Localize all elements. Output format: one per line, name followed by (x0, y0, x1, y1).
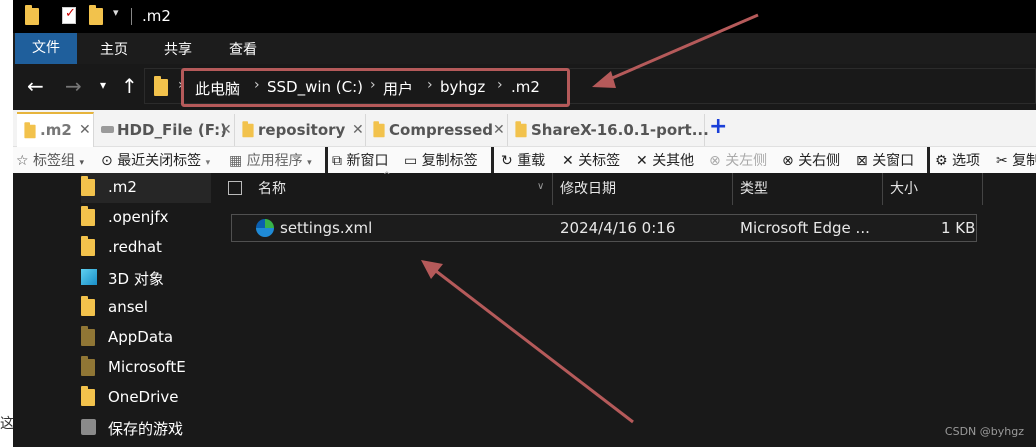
tab-file[interactable]: 文件 (15, 33, 77, 64)
tab-bar: .m2 ✕ HDD_File (F:) ✕ repository ✕ Compr… (13, 110, 1036, 148)
folder-icon (515, 121, 527, 138)
tab-toolbar: ☆ 标签组 ▾ ⊙ 最近关闭标签 ▾ ▦ 应用程序 ▾ ⧉ 新窗口 ▭ 复制标签… (13, 147, 1036, 173)
recently-closed-button[interactable]: ⊙ 最近关闭标签 ▾ (101, 150, 210, 170)
nav-item-3d-objects[interactable]: 3D 对象 (81, 263, 211, 293)
drive-icon (101, 126, 114, 133)
folder-icon (25, 5, 39, 25)
folder-icon (81, 296, 95, 316)
column-dropdown-icon[interactable]: ∨ (537, 181, 544, 192)
new-folder-icon[interactable] (89, 5, 103, 25)
add-tab-icon[interactable]: + (709, 116, 727, 138)
title-bar: ✓ ▾ .m2 (13, 0, 1036, 33)
highlight-box (181, 68, 570, 107)
navigation-pane: .m2 .openjfx .redhat 3D 对象 ansel AppData… (13, 173, 211, 447)
browser-tab-m2[interactable]: .m2 ✕ (17, 112, 94, 148)
column-header-size[interactable]: 大小 (890, 178, 918, 198)
close-others-button[interactable]: ✕ 关其他 (636, 150, 694, 170)
file-date: 2024/4/16 0:16 (560, 219, 676, 237)
nav-item-ansel[interactable]: ansel (81, 293, 211, 323)
nav-item-onedrive[interactable]: OneDrive (81, 383, 211, 413)
folder-icon (81, 236, 95, 256)
options-button[interactable]: ⚙ 选项 (935, 150, 980, 170)
close-window-button[interactable]: ⊠ 关窗口 (856, 150, 914, 170)
folder-icon (81, 356, 95, 376)
tab-view[interactable]: 查看 (229, 39, 257, 59)
close-icon[interactable]: ✕ (493, 122, 505, 138)
duplicate-tab-button[interactable]: ▭ 复制标签 (404, 150, 478, 170)
nav-item-appdata[interactable]: AppData (81, 323, 211, 353)
forward-arrow-icon[interactable]: → (65, 74, 82, 98)
address-folder-icon (154, 76, 168, 96)
file-size: 1 KB (941, 219, 976, 237)
back-arrow-icon[interactable]: ← (27, 74, 44, 98)
browser-tab-sharex[interactable]: ShareX-16.0.1-port... (508, 114, 709, 146)
select-all-checkbox[interactable] (228, 181, 242, 195)
file-list: 名称 ^ ∨ 修改日期 类型 大小 settings.xml 2024/4/16… (211, 171, 1036, 447)
watermark: CSDN @byhgz (944, 425, 1024, 438)
close-left-button[interactable]: ⊗ 关左侧 (709, 150, 767, 170)
new-window-button[interactable]: ⧉ 新窗口 (332, 150, 388, 170)
saved-games-icon (81, 419, 96, 435)
ribbon-tabs: 文件 主页 共享 查看 (13, 33, 1036, 64)
column-header-date[interactable]: 修改日期 (560, 178, 616, 198)
reload-button[interactable]: ↻ 重载 (501, 150, 545, 170)
browser-tab-hdd-file[interactable]: HDD_File (F:) ✕ (94, 114, 235, 146)
edge-icon (256, 219, 274, 237)
nav-item-redhat[interactable]: .redhat (81, 233, 211, 263)
folder-icon (24, 122, 36, 139)
file-row[interactable]: settings.xml 2024/4/16 0:16 Microsoft Ed… (231, 214, 977, 242)
file-type: Microsoft Edge ... (740, 219, 870, 237)
left-edge-text: 这 (0, 416, 14, 432)
column-divider (882, 173, 883, 205)
cube-icon (81, 269, 97, 285)
column-divider (732, 173, 733, 205)
close-icon[interactable]: ✕ (352, 122, 364, 138)
properties-icon[interactable]: ✓ (62, 6, 76, 24)
column-divider (982, 173, 983, 205)
browser-tab-compressed[interactable]: Compressed ✕ (366, 114, 508, 146)
close-tab-button[interactable]: ✕ 关标签 (562, 150, 620, 170)
up-arrow-icon[interactable]: ↑ (121, 74, 138, 98)
close-icon[interactable]: ✕ (79, 122, 91, 138)
nav-item-saved-games[interactable]: 保存的游戏 (81, 413, 211, 443)
folder-icon (373, 121, 385, 138)
applications-button[interactable]: ▦ 应用程序 ▾ (229, 150, 312, 170)
folder-icon (81, 176, 95, 196)
tab-share[interactable]: 共享 (164, 39, 192, 59)
column-divider (552, 173, 553, 205)
folder-icon (81, 206, 95, 226)
tab-home[interactable]: 主页 (100, 39, 128, 59)
quick-access-dropdown-icon[interactable]: ▾ (113, 6, 119, 19)
close-right-button[interactable]: ⊗ 关右侧 (782, 150, 840, 170)
window-title: .m2 (142, 7, 171, 25)
folder-icon (81, 386, 95, 406)
nav-item-m2[interactable]: .m2 (81, 173, 211, 203)
file-name: settings.xml (280, 219, 373, 237)
folder-icon (242, 121, 254, 138)
nav-item-openjfx[interactable]: .openjfx (81, 203, 211, 233)
column-header-name[interactable]: 名称 (258, 178, 286, 198)
title-divider (131, 8, 132, 25)
recent-locations-icon[interactable]: ▾ (100, 78, 106, 92)
folder-icon (81, 326, 95, 346)
close-icon[interactable]: ✕ (220, 122, 232, 138)
sort-up-icon: ^ (383, 171, 391, 181)
toolbar-divider (325, 147, 328, 173)
tab-groups-button[interactable]: ☆ 标签组 ▾ (16, 150, 84, 170)
column-header-type[interactable]: 类型 (740, 178, 768, 198)
toolbar-divider (491, 147, 494, 173)
nav-item-microsofte[interactable]: MicrosoftE (81, 353, 211, 383)
browser-tab-repository[interactable]: repository ✕ (235, 114, 366, 146)
copy-button[interactable]: ✂ 复制 (996, 150, 1036, 170)
toolbar-divider (927, 147, 930, 173)
